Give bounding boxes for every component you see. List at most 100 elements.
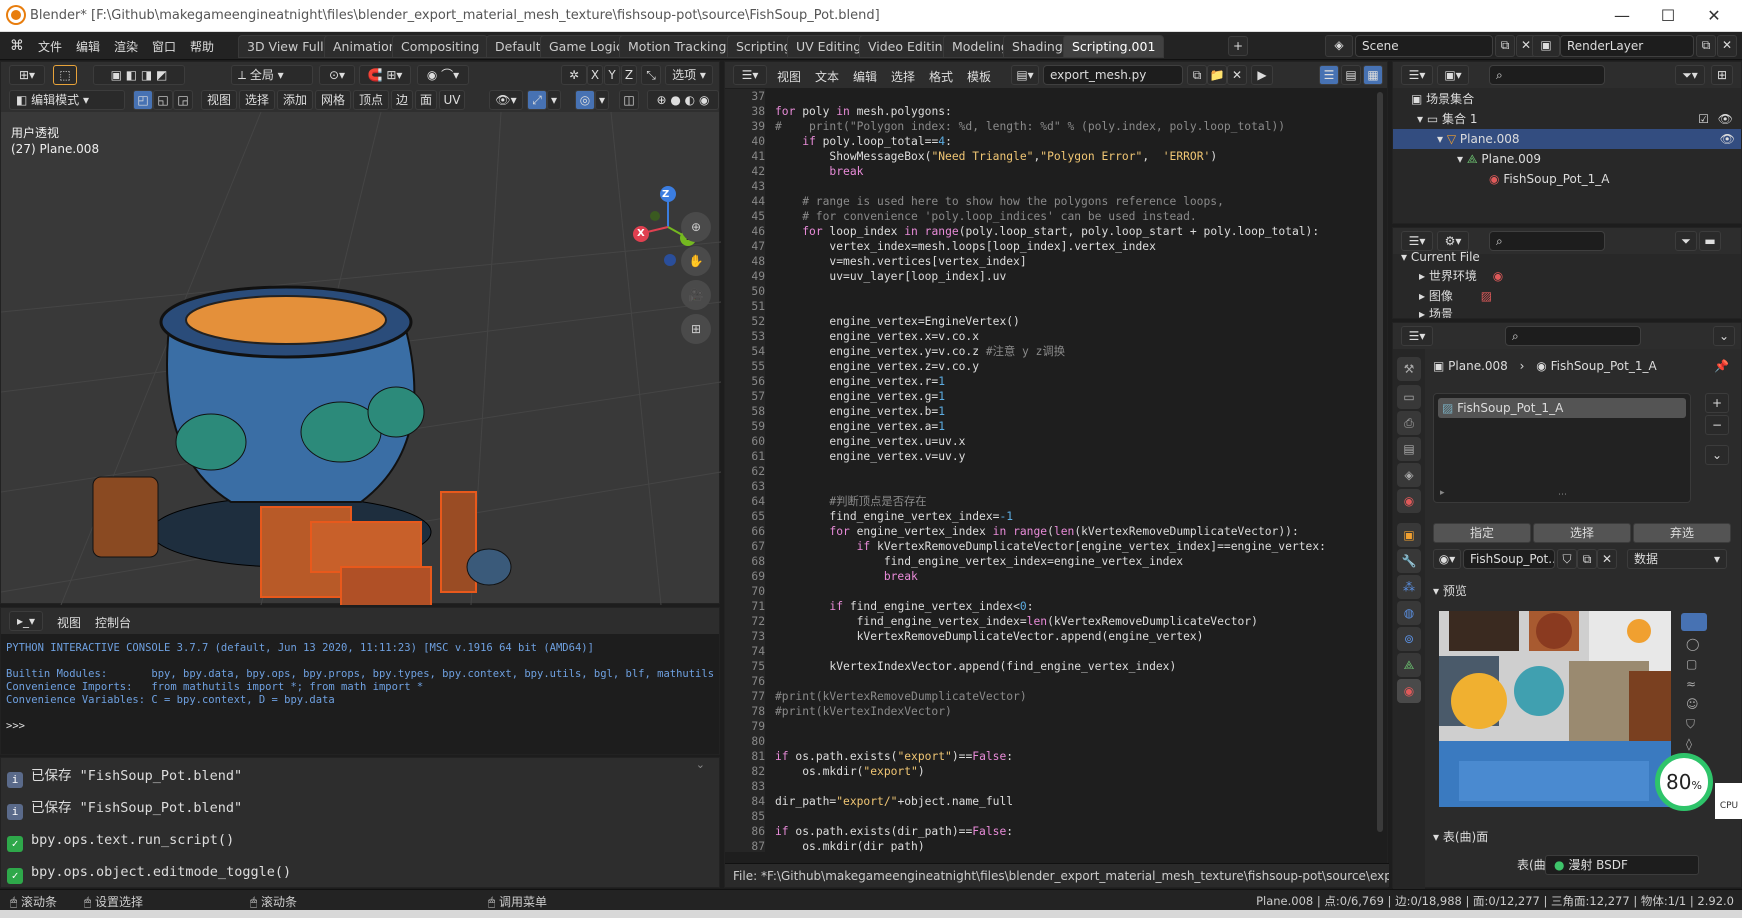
ortho-grid-icon[interactable]: ⊞ [681,314,711,344]
code-line[interactable]: 73 kVertexRemoveDumplicateVector.append(… [725,629,1385,644]
code-line[interactable]: 67 if kVertexRemoveDumplicateVector[engi… [725,539,1385,554]
new-scene-icon[interactable]: ⧉ [1495,35,1515,57]
code-line[interactable]: 56 engine_vertex.r=1 [725,374,1385,389]
minimize-button[interactable]: — [1602,4,1642,28]
preview-flat-icon[interactable] [1681,613,1707,631]
editor-type-icon[interactable]: ☰▾ [733,65,767,85]
syntax-highlight-icon[interactable]: ▦ [1363,65,1383,85]
preview-fluid-icon[interactable]: ◊ [1686,737,1692,751]
deselect-button[interactable]: 弃选 [1633,523,1731,543]
code-line[interactable]: 86 if os.path.exists(dir_path)==False: [725,824,1385,839]
file-browser-outliner[interactable]: ☰▾ ⚙▾ ⌕ ⏷ ▬ ▾ Current File ▸ 世界环境 ◉ ▸ 图像… [1392,227,1742,319]
close-window-button[interactable]: ✕ [1694,4,1734,28]
code-line[interactable]: 65 find_engine_vertex_index=-1 [725,509,1385,524]
code-line[interactable]: 79 [725,719,1385,734]
code-line[interactable]: 81 if os.path.exists("export")==False: [725,749,1385,764]
editor-menu-item[interactable]: 编辑 [853,68,877,85]
camera-icon[interactable]: 🎥 [681,280,711,310]
preview-sphere-icon[interactable]: ◯ [1686,637,1699,651]
xray-icon[interactable]: ◫ [619,90,639,110]
eye-icon[interactable]: 👁 [1720,129,1735,149]
run-script-icon[interactable]: ▶ [1251,65,1273,85]
code-line[interactable]: 84 dir_path="export/"+object.name_full [725,794,1385,809]
purge-icon[interactable]: ▬ [1699,231,1721,251]
mirror-icon[interactable]: ✲ [561,65,587,85]
list-expand-icon[interactable]: ▸ [1440,488,1445,498]
output-tab-icon[interactable]: ⎙ [1397,411,1421,435]
menu-file[interactable]: 文件 [38,38,62,55]
preview-hair-icon[interactable]: ≈ [1686,677,1696,691]
pin-icon[interactable]: 📌 [1714,356,1729,376]
new-collection-icon[interactable]: ⊞ [1711,65,1733,85]
editor-menu-item[interactable]: 选择 [891,68,915,85]
code-line[interactable]: 83 [725,779,1385,794]
gizmo-x-label[interactable]: X [637,228,645,239]
maximize-button[interactable]: ☐ [1648,4,1688,28]
text-editor[interactable]: ☰▾ 视图 文本 编辑 选择 格式 模板 ▤▾ export_mesh.py ⧉ 📁 ✕ … [724,61,1389,888]
eye-icon[interactable]: 👁 [1718,109,1733,129]
modifier-tab-icon[interactable]: 🔧 [1397,549,1421,573]
add-slot-button[interactable]: + [1705,393,1729,413]
select-box-icon[interactable]: ⬚ [53,65,77,85]
code-line[interactable]: 72 find_engine_vertex_index=len(kVertexR… [725,614,1385,629]
viewport-menu-item[interactable]: 面 [415,90,437,110]
code-line[interactable]: 42 break [725,164,1385,179]
console-menu-console[interactable]: 控制台 [95,614,131,631]
select-button[interactable]: 选择 [1533,523,1631,543]
code-line[interactable]: 60 engine_vertex.u=uv.x [725,434,1385,449]
code-line[interactable]: 43 [725,179,1385,194]
viewport-menu-item[interactable]: UV [439,90,465,110]
log-entry[interactable]: i 已保存 "FishSoup_Pot.blend" [7,796,707,820]
code-line[interactable]: 37 [725,89,1385,104]
outliner-search-input[interactable]: ⌕ [1489,65,1605,85]
scene-tab-icon[interactable]: ◈ [1397,463,1421,487]
filter-icon[interactable]: ⏷▾ [1675,65,1705,85]
log-entry[interactable]: i 已保存 "FishSoup_Pot.blend" [7,764,707,788]
python-console[interactable]: ▸_▾ 视图 控制台 PYTHON INTERACTIVE CONSOLE 3.… [0,607,720,755]
world-tab-icon[interactable]: ◉ [1397,489,1421,513]
auto-merge-icon[interactable]: ⤡ [641,65,661,85]
add-workspace-button[interactable]: + [1228,36,1248,56]
code-area[interactable]: 37 38 for poly in mesh.polygons: 39 # print(… [725,89,1385,852]
remove-slot-button[interactable]: − [1705,415,1729,435]
code-line[interactable]: 71 if find_engine_vertex_index<0: [725,599,1385,614]
code-line[interactable]: 66 for engine_vertex_index in range(len(… [725,524,1385,539]
fake-user-icon[interactable]: ⛉ [1557,549,1577,569]
workspace-tab[interactable]: Scripting.001 [1063,35,1165,58]
face-select-icon[interactable]: ◲ [173,90,193,110]
editor-menu-item[interactable]: 视图 [777,68,801,85]
log-entry[interactable]: ✓ bpy.ops.text.run_script() [7,828,707,852]
text-datablock-icon[interactable]: ▤▾ [1011,65,1039,85]
slot-specials-icon[interactable]: ⌄ [1705,445,1729,465]
code-line[interactable]: 74 [725,644,1385,659]
code-line[interactable]: 58 engine_vertex.b=1 [725,404,1385,419]
code-line[interactable]: 87 os.mkdir(dir_path) [725,839,1385,852]
preview-panel-header[interactable]: ▾ 预览 [1433,581,1467,601]
vertex-select-icon[interactable]: ◰ [133,90,153,110]
word-wrap-icon[interactable]: ▤ [1341,65,1361,85]
blend-file-mode-icon[interactable]: ⚙▾ [1437,231,1469,251]
3d-viewport[interactable]: ⊞▾ ⬚ ▣ ◧ ◨ ◩ ⟂ 全局 ▾ ⊙▾ 🧲 ⊞▾ ◉ ⌒▾ ✲ X Y Z… [0,61,721,605]
current-file-row[interactable]: ▾ Current File [1401,250,1480,264]
properties-search-input[interactable]: ⌕ [1505,326,1641,346]
workspace-tab[interactable]: 3D View Full [238,35,333,58]
workspace-tab[interactable]: Shading [1003,35,1072,58]
overlay-dropdown-icon[interactable]: ▾ [595,90,609,110]
line-numbers-icon[interactable]: ☰ [1319,65,1339,85]
surface-shader-dropdown[interactable]: ● 漫射 BSDF [1545,855,1699,875]
material-tab-icon[interactable]: ◉ [1397,679,1421,703]
blender-menu-icon[interactable]: ⌘ [10,38,24,54]
code-line[interactable]: 57 engine_vertex.g=1 [725,389,1385,404]
assign-button[interactable]: 指定 [1433,523,1531,543]
editor-menu-item[interactable]: 模板 [967,68,991,85]
material-slot-list[interactable]: ▨ FishSoup_Pot_1_A ▸ ⋯ [1433,393,1691,503]
menu-render[interactable]: 渲染 [114,38,138,55]
editor-menu-item[interactable]: 格式 [929,68,953,85]
preview-cube-icon[interactable]: ▢ [1686,657,1697,671]
code-line[interactable]: 62 [725,464,1385,479]
pivot-icon[interactable]: ⊙▾ [319,65,355,85]
editor-scrollbar[interactable] [1377,92,1383,832]
outliner-collection-1[interactable]: ▾ ▭ 集合 1 ☑ 👁 [1417,109,1739,129]
gizmo-z-label[interactable]: Z [662,189,669,200]
filename-field[interactable]: export_mesh.py [1043,65,1183,85]
